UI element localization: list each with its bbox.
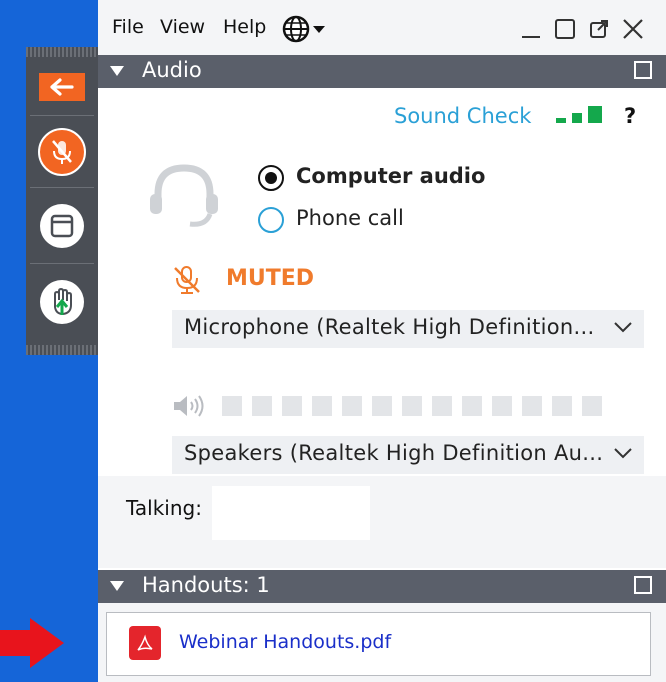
muted-mic-status-icon xyxy=(174,266,200,294)
raise-hand-icon xyxy=(40,280,84,324)
muted-mic-icon xyxy=(38,128,86,176)
handouts-section-header[interactable]: Handouts: 1 xyxy=(98,570,666,603)
computer-audio-label[interactable]: Computer audio xyxy=(296,164,485,188)
talking-list xyxy=(212,486,370,540)
pointer-arrow-icon xyxy=(0,616,66,670)
speaker-icon xyxy=(174,395,204,417)
mic-toggle-button[interactable] xyxy=(26,117,98,187)
chevron-down-icon xyxy=(313,26,325,33)
collapse-caret-icon xyxy=(110,66,124,76)
headset-icon xyxy=(150,164,218,227)
muted-status-label: MUTED xyxy=(226,266,315,291)
globe-icon xyxy=(282,15,310,43)
audio-section-title: Audio xyxy=(142,58,202,82)
sound-check-link[interactable]: Sound Check xyxy=(394,104,531,128)
raise-hand-button[interactable] xyxy=(26,267,98,337)
menu-help[interactable]: Help xyxy=(223,16,266,38)
gotowebinar-panel: File View Help Audio Sound Check ? Compu… xyxy=(98,0,666,682)
chevron-down-icon xyxy=(614,448,632,459)
microphone-dropdown[interactable]: Microphone (Realtek High Definition... xyxy=(172,310,644,348)
audio-section-header[interactable]: Audio xyxy=(98,55,666,88)
pdf-file-icon xyxy=(129,626,161,660)
signal-bars-icon xyxy=(556,106,602,123)
minimize-button[interactable] xyxy=(520,18,542,40)
phone-call-label[interactable]: Phone call xyxy=(296,206,404,230)
chevron-down-icon xyxy=(614,322,632,333)
maximize-button[interactable] xyxy=(554,18,576,40)
speakers-dropdown[interactable]: Speakers (Realtek High Definition Au... xyxy=(172,436,644,474)
left-toolbar xyxy=(26,47,98,355)
talking-area xyxy=(98,476,666,568)
phone-call-radio[interactable] xyxy=(258,207,284,233)
handout-item[interactable]: Webinar Handouts.pdf xyxy=(106,612,651,676)
menu-bar: File View Help xyxy=(98,0,666,56)
language-menu-button[interactable] xyxy=(282,14,328,44)
handouts-section-title: Handouts: 1 xyxy=(142,573,270,597)
back-arrow-icon xyxy=(39,73,85,101)
handout-file-link[interactable]: Webinar Handouts.pdf xyxy=(179,631,391,653)
talking-label: Talking: xyxy=(126,496,202,520)
help-icon[interactable]: ? xyxy=(624,104,636,128)
toolbar-grip-top[interactable] xyxy=(26,47,98,57)
menu-view[interactable]: View xyxy=(160,16,205,38)
speakers-selected-value: Speakers (Realtek High Definition Au... xyxy=(184,441,604,465)
microphone-selected-value: Microphone (Realtek High Definition... xyxy=(184,315,595,339)
computer-audio-radio[interactable] xyxy=(258,165,284,191)
collapse-panel-button[interactable] xyxy=(26,59,98,115)
toolbar-grip-bottom[interactable] xyxy=(26,345,98,355)
menu-file[interactable]: File xyxy=(112,16,144,38)
popout-handouts-icon[interactable] xyxy=(634,576,652,594)
pop-out-button[interactable] xyxy=(588,18,610,40)
popout-audio-icon[interactable] xyxy=(634,61,652,79)
collapse-caret-icon xyxy=(110,581,124,591)
show-control-panel-button[interactable] xyxy=(26,191,98,261)
close-button[interactable] xyxy=(622,18,644,40)
window-icon xyxy=(40,204,84,248)
